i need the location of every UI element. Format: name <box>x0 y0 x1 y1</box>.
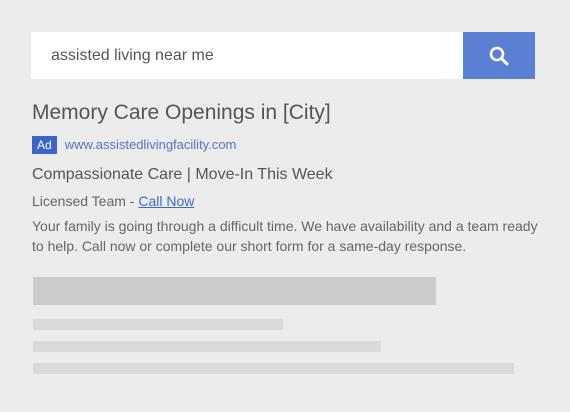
ad-subline: Licensed Team - Call Now <box>32 192 542 210</box>
ad-description: Your family is going through a difficult… <box>32 218 538 254</box>
ad-title[interactable]: Memory Care Openings in [City] <box>32 100 542 126</box>
ad-headline: Compassionate Care | Move-In This Week <box>32 166 333 183</box>
ad-url-row: Ad www.assistedlivingfacility.com <box>32 135 542 154</box>
placeholder-title-bar <box>33 277 436 305</box>
ad-result: Memory Care Openings in [City] Ad www.as… <box>32 100 542 256</box>
placeholder-line-1 <box>33 319 283 330</box>
ad-subline-prefix: Licensed Team - <box>32 193 139 209</box>
call-now-link[interactable]: Call Now <box>138 193 194 209</box>
ad-url[interactable]: www.assistedlivingfacility.com <box>65 137 237 152</box>
placeholder-line-3 <box>33 363 514 374</box>
ad-badge: Ad <box>32 135 57 154</box>
search-button[interactable] <box>463 32 535 79</box>
search-input[interactable]: assisted living near me <box>31 32 463 79</box>
placeholder-line-2 <box>33 341 381 352</box>
search-bar: assisted living near me <box>31 32 535 79</box>
search-icon <box>489 46 509 65</box>
